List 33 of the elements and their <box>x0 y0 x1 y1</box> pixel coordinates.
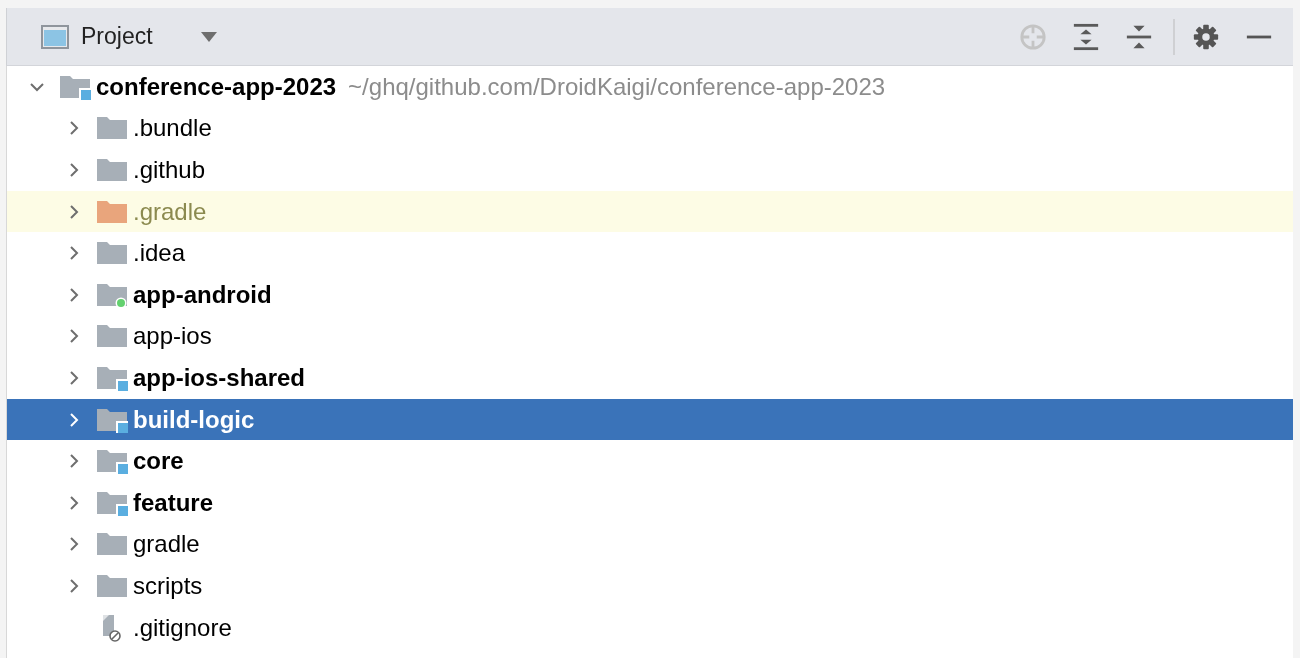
item-name: app-ios <box>133 322 212 351</box>
item-name: core <box>133 447 184 476</box>
tree-row[interactable]: build-logic <box>7 398 1293 441</box>
item-name: .bundle <box>133 114 212 143</box>
item-name: app-ios-shared <box>133 363 306 392</box>
item-name: conference-app-2023 <box>96 72 337 101</box>
tree-row[interactable]: .bundle <box>7 107 1293 150</box>
tree-row[interactable]: core <box>7 440 1293 482</box>
item-name: .idea <box>133 239 186 268</box>
settings-icon[interactable] <box>1192 22 1220 51</box>
expand-all-icon[interactable] <box>1072 22 1100 51</box>
item-name: .github <box>133 156 206 184</box>
item-name: gradle <box>133 530 200 559</box>
item-name: .gitignore <box>133 613 232 642</box>
tree-row[interactable]: feature <box>7 481 1293 524</box>
tree-row[interactable]: .github <box>7 149 1293 191</box>
tree-row[interactable]: app-ios-shared <box>7 357 1293 399</box>
tree-row[interactable]: app-ios <box>7 315 1293 358</box>
item-name: feature <box>133 488 214 517</box>
tree-row[interactable]: .gitignore <box>7 606 1293 649</box>
item-name: build-logic <box>133 405 255 434</box>
item-name: .gradle <box>133 197 207 226</box>
item-name: scripts <box>133 571 203 600</box>
tree-row[interactable]: app-android <box>7 273 1293 316</box>
panel-title[interactable]: Project <box>81 23 153 50</box>
project-path: ~/ghq/github.com/DroidKaigi/conference-app-2023 <box>348 72 886 101</box>
dropdown-caret-icon[interactable] <box>200 31 217 42</box>
item-name: app-android <box>133 280 272 309</box>
tree-row[interactable]: gradle <box>7 523 1293 566</box>
window-icon <box>41 24 69 49</box>
tree-row[interactable]: .idea <box>7 232 1293 274</box>
tree-row[interactable]: scripts <box>7 565 1293 607</box>
tree-row[interactable]: conference-app-2023 ~/ghq/github.com/DroidKaigi/conference-app-2023 <box>7 66 1293 108</box>
